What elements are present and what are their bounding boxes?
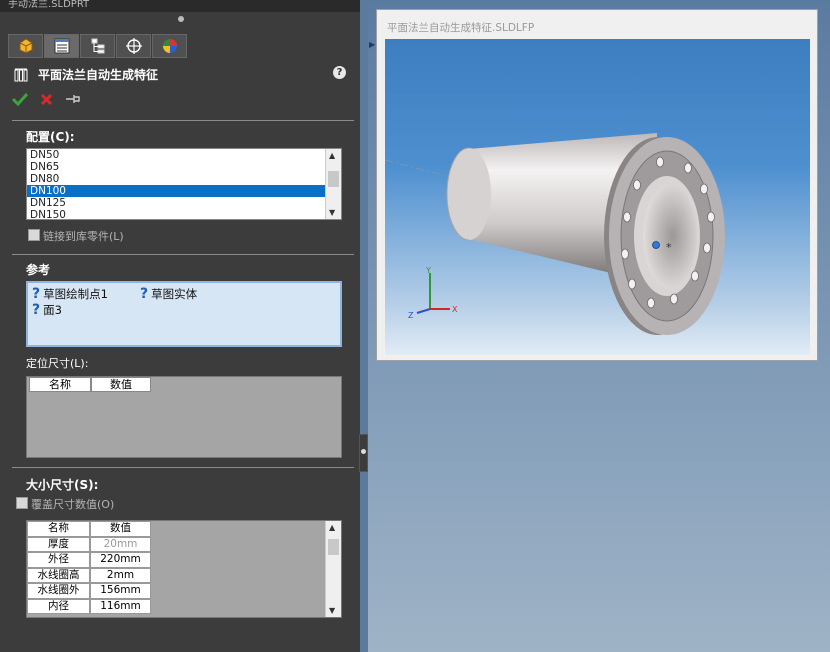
axis-triad: Y X Z bbox=[408, 266, 458, 320]
property-manager-tab[interactable] bbox=[44, 34, 79, 58]
flange-feature-icon bbox=[14, 68, 28, 81]
table-header[interactable]: 名称 bbox=[27, 521, 90, 537]
feature-manager-icon bbox=[19, 38, 32, 54]
property-manager-icon bbox=[54, 38, 69, 54]
table-header-row: 名称 数值 bbox=[27, 521, 151, 537]
dimension-value-cell[interactable]: 156mm bbox=[90, 583, 151, 599]
reference-selection-box[interactable]: ? 草图绘制点1 ? 草图实体 ? 面3 bbox=[26, 281, 342, 347]
preview-window-title: 平面法兰自动生成特征.SLDLFP bbox=[387, 22, 535, 34]
scroll-down-icon[interactable]: ▼ bbox=[329, 606, 335, 615]
pin-button[interactable] bbox=[65, 93, 81, 105]
config-list-item[interactable]: DN100 bbox=[27, 185, 341, 197]
display-manager-tab[interactable] bbox=[152, 34, 187, 58]
link-library-label: 链接到库零件(L) bbox=[43, 230, 124, 243]
dimension-name-cell: 内径 bbox=[27, 598, 90, 614]
size-group-title: 大小尺寸(S): bbox=[26, 478, 99, 492]
property-manager-header: 平面法兰自动生成特征 ? bbox=[14, 66, 350, 83]
panel-title: 平面法兰自动生成特征 bbox=[38, 68, 159, 82]
panel-collapse-handle[interactable] bbox=[359, 434, 368, 472]
dimension-name-cell: 外径 bbox=[27, 552, 90, 568]
property-manager-panel: 手动法兰.SLDPRT 平面法兰自动生成特征 ? 配置(C): DN50 DN6… bbox=[0, 0, 360, 652]
size-dimensions-table[interactable]: 名称 数值 厚度 20mm 外径 220mm 水线圈高 2mm 水线圈外 156mm 内径 116… bbox=[26, 520, 342, 618]
reference-item[interactable]: ? 面3 bbox=[32, 302, 62, 318]
separator bbox=[12, 254, 354, 255]
table-header[interactable]: 名称 bbox=[29, 377, 91, 392]
dimxpert-manager-tab[interactable] bbox=[116, 34, 151, 58]
reference-item-label: 草图绘制点1 bbox=[43, 287, 108, 301]
reference-item[interactable]: ? 草图绘制点1 bbox=[32, 286, 108, 302]
table-header[interactable]: 数值 bbox=[91, 377, 151, 392]
reference-item-label: 草图实体 bbox=[151, 287, 198, 301]
y-axis-label: Y bbox=[425, 266, 431, 275]
size-scrollbar[interactable]: ▲ ▼ bbox=[325, 521, 341, 617]
table-row[interactable]: 水线圈外 156mm bbox=[27, 583, 151, 599]
manager-tabs bbox=[8, 34, 187, 58]
display-manager-icon bbox=[162, 39, 177, 53]
configuration-manager-tab[interactable] bbox=[80, 34, 115, 58]
origin-marker-icon: * bbox=[666, 241, 672, 254]
scroll-thumb[interactable] bbox=[328, 539, 339, 555]
config-list-item[interactable]: DN65 bbox=[27, 161, 341, 173]
z-axis-label: Z bbox=[408, 311, 414, 320]
configuration-manager-icon bbox=[91, 38, 104, 54]
window-titlebar: 手动法兰.SLDPRT bbox=[0, 0, 360, 12]
dimension-value-cell[interactable]: 220mm bbox=[90, 552, 151, 568]
dimension-name-cell: 厚度 bbox=[27, 536, 90, 552]
window-title: 手动法兰.SLDPRT bbox=[8, 0, 90, 10]
question-icon: ? bbox=[140, 286, 149, 302]
sketch-point[interactable] bbox=[652, 241, 660, 249]
scroll-down-icon[interactable]: ▼ bbox=[329, 208, 335, 217]
question-icon: ? bbox=[32, 286, 41, 302]
config-scrollbar[interactable]: ▲ ▼ bbox=[325, 149, 341, 219]
config-listbox[interactable]: DN50 DN65 DN80 DN100 DN125 DN150 ▲ ▼ bbox=[26, 148, 342, 220]
dimension-name-cell: 水线圈外 bbox=[27, 583, 90, 599]
action-buttons bbox=[12, 92, 81, 106]
position-dimensions-table[interactable]: 名称 数值 bbox=[26, 376, 342, 458]
table-row[interactable]: 厚度 20mm bbox=[27, 536, 151, 552]
dimension-value-cell[interactable]: 2mm bbox=[90, 567, 151, 583]
config-list-item[interactable]: DN125 bbox=[27, 197, 341, 209]
scroll-thumb[interactable] bbox=[328, 171, 339, 187]
preview-window[interactable]: 平面法兰自动生成特征.SLDLFP * Y X Z bbox=[376, 9, 818, 361]
dimxpert-icon bbox=[125, 38, 142, 54]
table-row[interactable]: 内径 116mm bbox=[27, 598, 151, 614]
expand-arrow-icon[interactable]: ▶ bbox=[369, 40, 375, 49]
config-list-item[interactable]: DN50 bbox=[27, 149, 341, 161]
dimension-value-cell[interactable]: 116mm bbox=[90, 598, 151, 614]
config-list-item[interactable]: DN150 bbox=[27, 209, 341, 219]
x-axis-label: X bbox=[452, 305, 458, 314]
help-icon[interactable]: ? bbox=[333, 66, 346, 79]
panel-splitter-dot[interactable] bbox=[178, 16, 184, 22]
link-library-checkbox[interactable] bbox=[28, 229, 40, 241]
cancel-button[interactable] bbox=[40, 93, 53, 106]
reference-item[interactable]: ? 草图实体 bbox=[140, 286, 197, 302]
table-header[interactable]: 数值 bbox=[90, 521, 151, 537]
separator bbox=[12, 120, 354, 121]
table-row[interactable]: 外径 220mm bbox=[27, 552, 151, 568]
feature-manager-tab[interactable] bbox=[8, 34, 43, 58]
override-values-label: 覆盖尺寸数值(O) bbox=[31, 498, 115, 511]
question-icon: ? bbox=[32, 302, 41, 318]
dimension-value-cell[interactable]: 20mm bbox=[90, 536, 151, 552]
reference-item-label: 面3 bbox=[43, 303, 62, 317]
config-items: DN50 DN65 DN80 DN100 DN125 DN150 bbox=[27, 149, 341, 219]
ok-button[interactable] bbox=[12, 92, 28, 106]
scroll-up-icon[interactable]: ▲ bbox=[329, 523, 335, 532]
config-list-item[interactable]: DN80 bbox=[27, 173, 341, 185]
flange-model[interactable]: * Y X Z bbox=[385, 39, 810, 355]
scroll-up-icon[interactable]: ▲ bbox=[329, 151, 335, 160]
dimension-name-cell: 水线圈高 bbox=[27, 567, 90, 583]
config-group-title: 配置(C): bbox=[26, 130, 75, 144]
separator bbox=[12, 467, 354, 468]
table-row[interactable]: 水线圈高 2mm bbox=[27, 567, 151, 583]
override-values-checkbox[interactable] bbox=[16, 497, 28, 509]
position-dimensions-label: 定位尺寸(L): bbox=[26, 357, 89, 370]
reference-group-title: 参考 bbox=[26, 263, 51, 277]
model-preview-canvas[interactable]: * Y X Z bbox=[385, 39, 810, 355]
